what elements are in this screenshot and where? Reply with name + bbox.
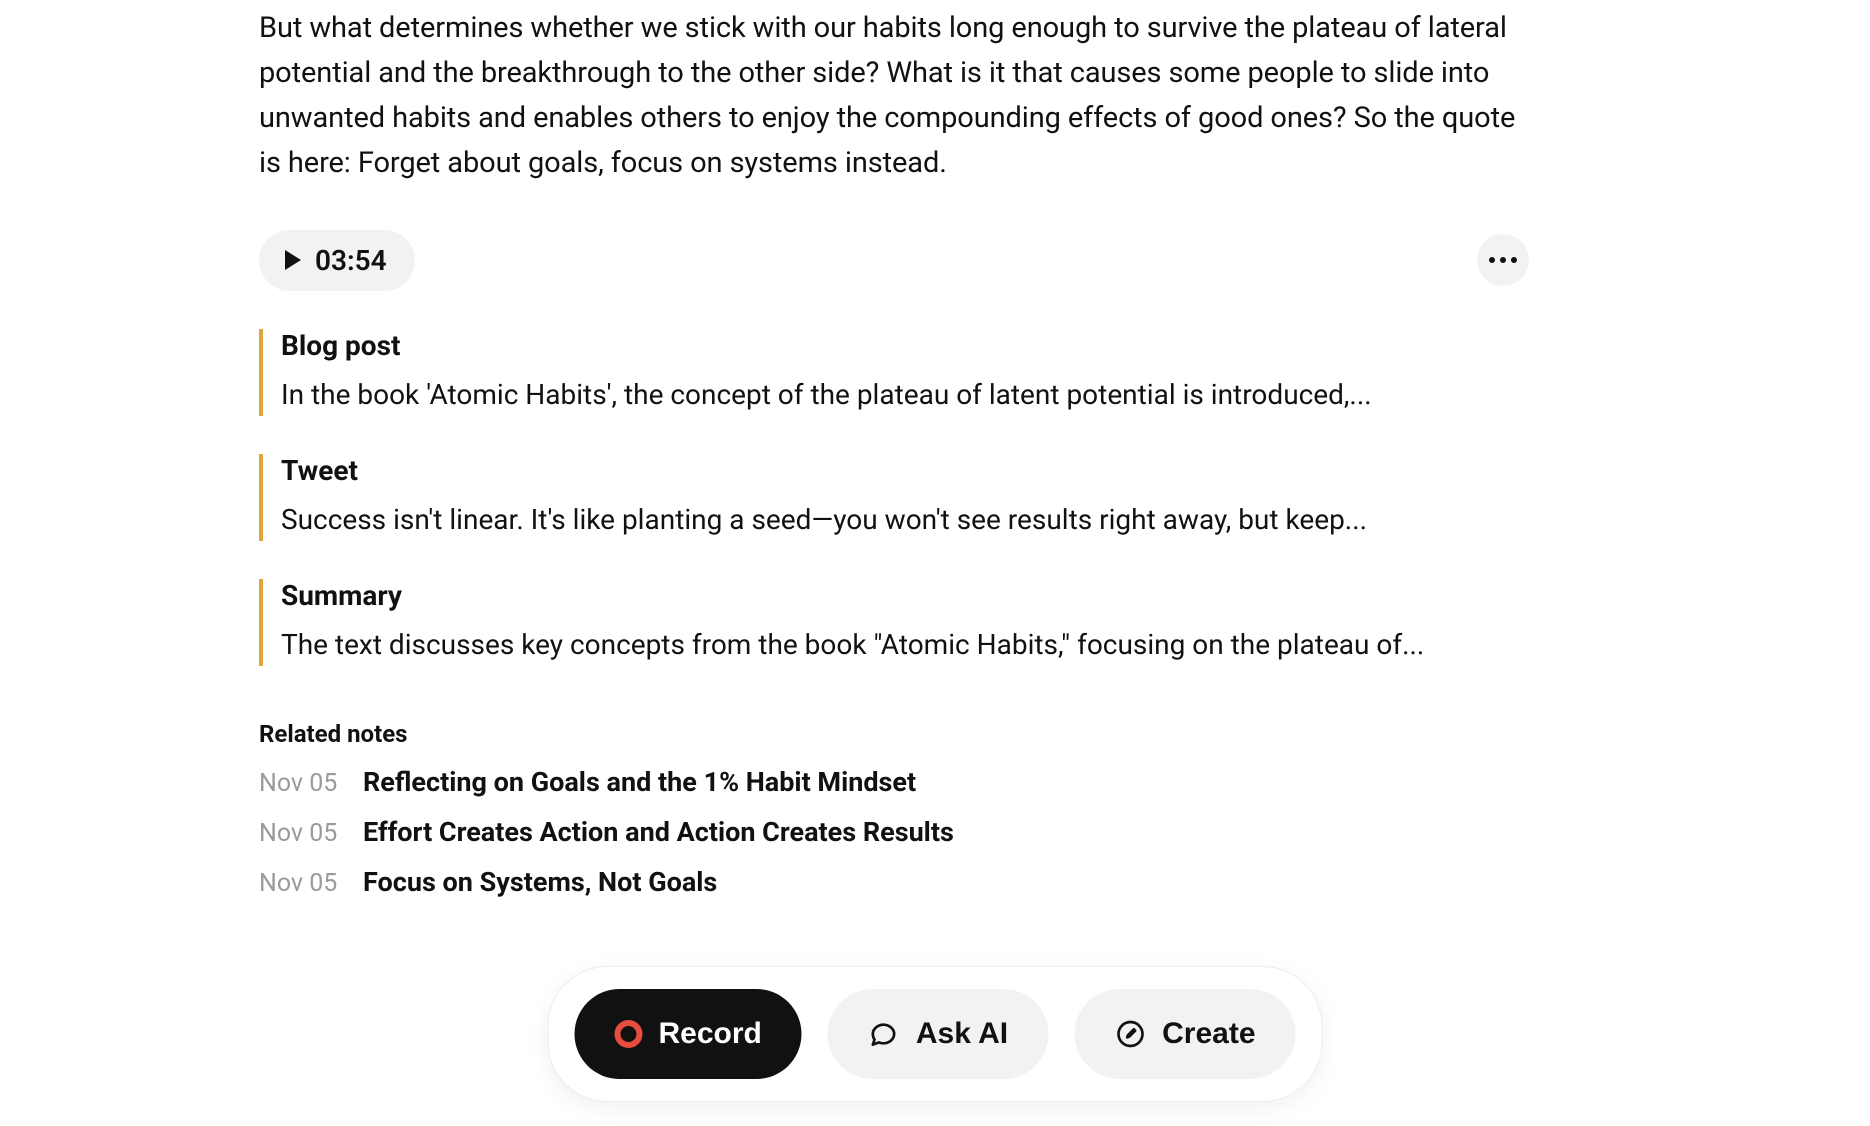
snippet-body: In the book 'Atomic Habits', the concept…	[281, 374, 1529, 416]
related-note-item[interactable]: Nov 05 Reflecting on Goals and the 1% Ha…	[259, 766, 1529, 798]
create-label: Create	[1162, 1017, 1255, 1051]
related-note-title: Focus on Systems, Not Goals	[363, 866, 717, 898]
related-note-title: Effort Creates Action and Action Creates…	[363, 816, 954, 848]
record-icon	[614, 1020, 642, 1048]
pencil-circle-icon	[1114, 1018, 1146, 1050]
related-note-title: Reflecting on Goals and the 1% Habit Min…	[363, 766, 916, 798]
related-notes-heading: Related notes	[259, 720, 1529, 748]
snippet-summary[interactable]: Summary The text discusses key concepts …	[259, 579, 1529, 666]
ask-ai-button[interactable]: Ask AI	[828, 989, 1048, 1079]
note-content: But what determines whether we stick wit…	[259, 6, 1529, 916]
snippet-title: Tweet	[281, 454, 1529, 487]
more-icon	[1489, 257, 1517, 263]
snippet-title: Blog post	[281, 329, 1529, 362]
snippet-blog-post[interactable]: Blog post In the book 'Atomic Habits', t…	[259, 329, 1529, 416]
more-button[interactable]	[1477, 234, 1529, 286]
snippet-title: Summary	[281, 579, 1529, 612]
create-button[interactable]: Create	[1074, 989, 1295, 1079]
bottom-action-bar: Record Ask AI Create	[547, 966, 1322, 1102]
snippet-body: The text discusses key concepts from the…	[281, 624, 1529, 666]
related-note-date: Nov 05	[259, 819, 345, 848]
snippet-body: Success isn't linear. It's like planting…	[281, 499, 1529, 541]
related-note-item[interactable]: Nov 05 Effort Creates Action and Action …	[259, 816, 1529, 848]
snippet-tweet[interactable]: Tweet Success isn't linear. It's like pl…	[259, 454, 1529, 541]
related-note-date: Nov 05	[259, 769, 345, 798]
chat-bubble-icon	[868, 1018, 900, 1050]
note-body-text: But what determines whether we stick wit…	[259, 6, 1529, 186]
related-note-date: Nov 05	[259, 869, 345, 898]
ask-ai-label: Ask AI	[916, 1017, 1008, 1051]
audio-duration: 03:54	[315, 244, 387, 277]
related-note-item[interactable]: Nov 05 Focus on Systems, Not Goals	[259, 866, 1529, 898]
record-button[interactable]: Record	[574, 989, 801, 1079]
audio-row: 03:54	[259, 230, 1529, 291]
play-icon	[285, 250, 301, 270]
record-label: Record	[658, 1017, 761, 1051]
audio-play-pill[interactable]: 03:54	[259, 230, 415, 291]
